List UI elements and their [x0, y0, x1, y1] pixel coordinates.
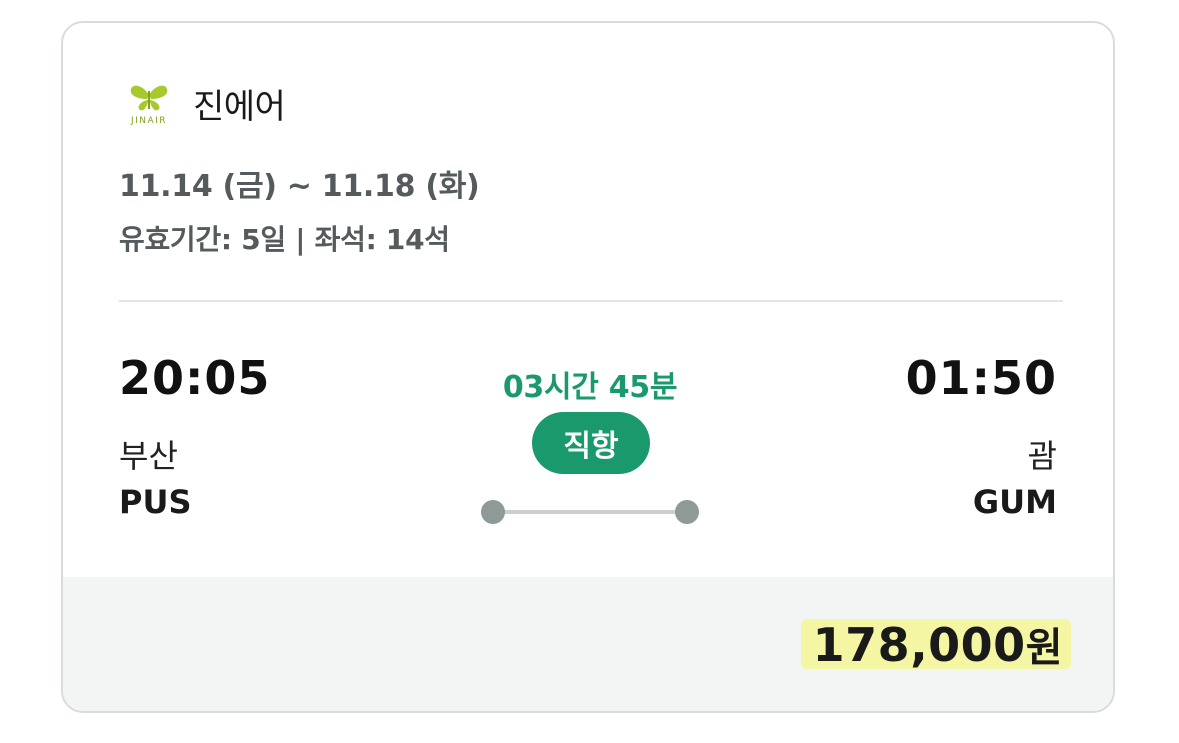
departure-city: 부산	[119, 437, 178, 475]
route-line	[493, 510, 687, 514]
departure-code: PUS	[119, 483, 192, 521]
route-start-dot	[481, 500, 505, 524]
price-footer: 178,000원	[63, 577, 1113, 711]
svg-text:JINAIR: JINAIR	[130, 116, 167, 125]
price-amount: 178,000	[812, 618, 1026, 672]
departure-time: 20:05	[119, 351, 271, 405]
travel-dates: 11.14 (금) ~ 11.18 (화)	[119, 169, 480, 204]
price: 178,000원	[809, 615, 1067, 673]
direct-flight-label: 직항	[563, 429, 619, 464]
price-container: 178,000원	[800, 615, 1071, 673]
flight-duration: 03시간 45분	[502, 370, 678, 405]
route-end-dot	[675, 500, 699, 524]
validity-seats: 유효기간: 5일 | 좌석: 14석	[119, 223, 450, 256]
arrival-city: 괌	[1027, 437, 1057, 475]
airline-header: JINAIR 진에어	[119, 78, 286, 128]
airline-name: 진에어	[193, 86, 286, 127]
price-unit: 원	[1025, 625, 1063, 671]
arrival-code: GUM	[972, 483, 1057, 521]
jinair-logo-icon: JINAIR	[119, 81, 179, 125]
direct-flight-badge: 직항	[532, 412, 650, 474]
arrival-time: 01:50	[905, 351, 1057, 405]
flight-card[interactable]: JINAIR 진에어 11.14 (금) ~ 11.18 (화) 유효기간: 5…	[61, 21, 1115, 713]
divider	[119, 300, 1063, 302]
